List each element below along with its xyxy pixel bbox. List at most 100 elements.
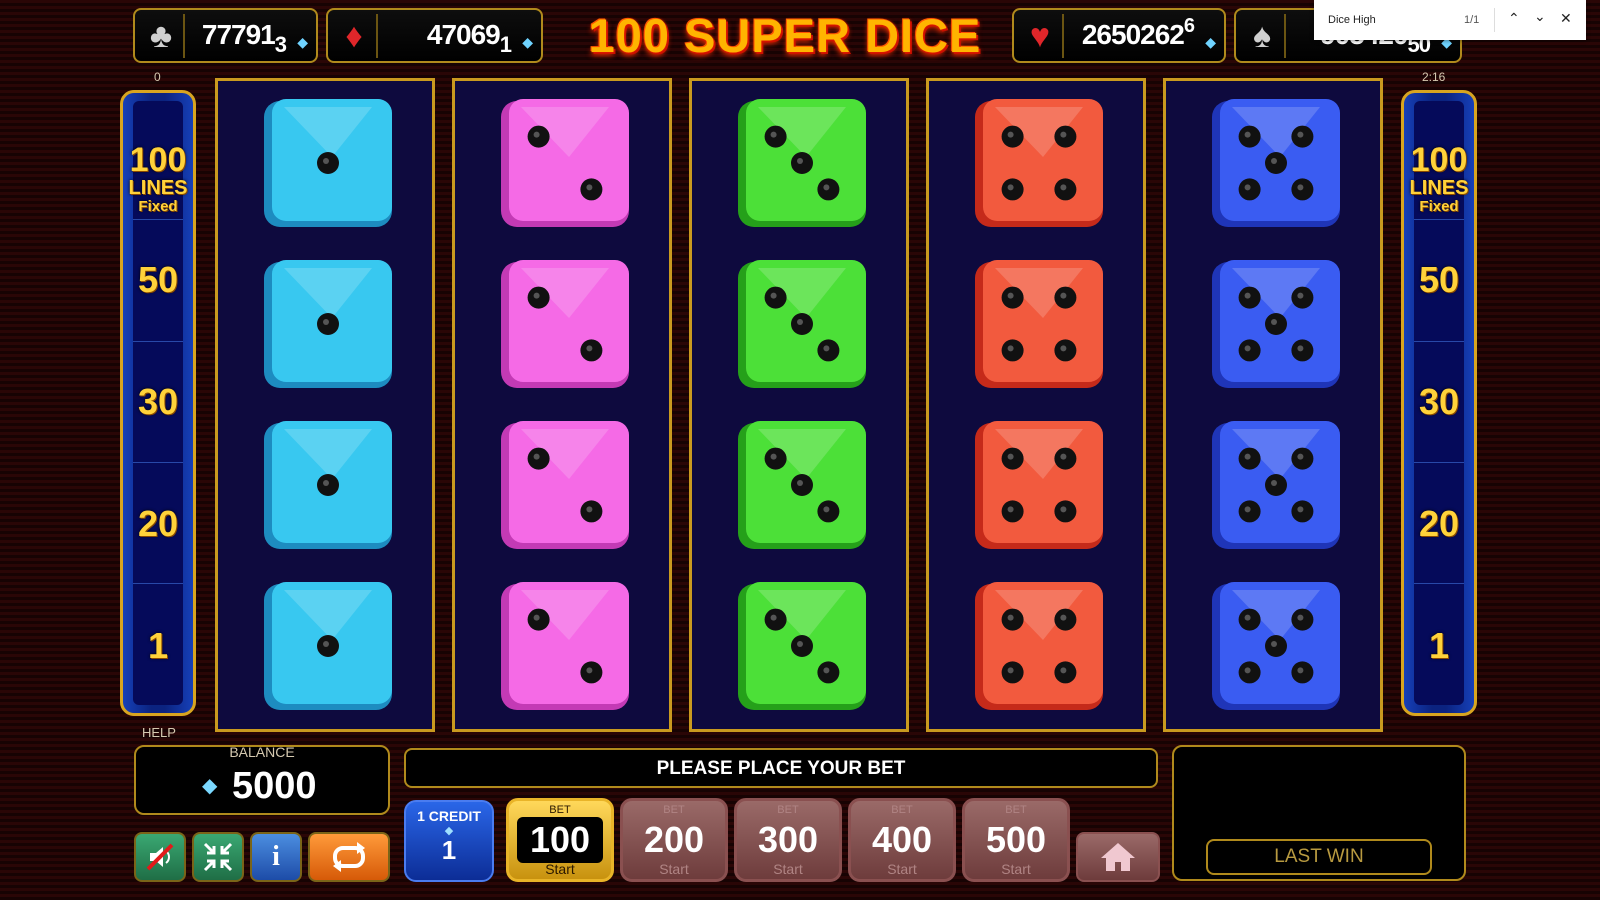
find-input[interactable]: Dice High (1328, 14, 1376, 26)
lines-fixed: Fixed (138, 198, 178, 215)
die-symbol (262, 258, 394, 390)
die-symbol (499, 258, 631, 390)
jackpot-hearts: ♥ 26502626 ◆ (1012, 8, 1226, 63)
lines-panel-left: 100 LINES Fixed 50 30 20 1 (120, 90, 196, 716)
die-symbol (499, 580, 631, 712)
message-bar: PLEASE PLACE YOUR BET (404, 748, 1158, 788)
line-marker[interactable]: 20 (1404, 503, 1474, 545)
reel-1 (215, 78, 435, 732)
jackpot-value: 2650262 (1081, 19, 1185, 50)
bet-value: 500 (985, 819, 1047, 860)
die-symbol (973, 419, 1105, 551)
lines-panel-right: 100 LINES Fixed 50 30 20 1 (1401, 90, 1477, 716)
gem-icon: ◆ (202, 775, 218, 797)
die-symbol (736, 97, 868, 229)
line-marker[interactable]: 50 (123, 259, 193, 301)
bet-300-button[interactable]: BET 300 Start (734, 798, 842, 882)
help-link[interactable]: HELP (142, 725, 176, 740)
clock: 2:16 (1422, 70, 1446, 84)
line-marker[interactable]: 50 (1404, 259, 1474, 301)
reel-3 (689, 78, 909, 732)
home-icon (1101, 843, 1135, 871)
die-symbol (499, 419, 631, 551)
repeat-icon (333, 842, 365, 872)
jackpot-diamonds: ♦ 470691 ◆ (326, 8, 543, 63)
jackpot-subvalue: 3 (274, 32, 287, 57)
bet-500-button[interactable]: BET 500 Start (962, 798, 1070, 882)
bet-start-label: Start (773, 861, 803, 877)
club-icon: ♣ (139, 14, 185, 58)
jackpot-value: 77791 (201, 19, 276, 50)
bet-label: BET (891, 804, 913, 816)
bet-value: 200 (643, 819, 705, 860)
close-icon[interactable]: ✕ (1560, 10, 1572, 27)
gem-icon: ◆ (297, 34, 308, 50)
balance-value: 5000 (232, 765, 317, 807)
find-bar: Dice High 1/1 ⌃ ⌄ ✕ (1314, 0, 1586, 40)
die-symbol (736, 419, 868, 551)
find-next-button[interactable]: ⌄ (1534, 8, 1546, 25)
balance-box: BALANCE ◆ 5000 (134, 744, 390, 815)
gem-icon: ◆ (1205, 34, 1216, 50)
die-symbol (1210, 258, 1342, 390)
last-win-label: LAST WIN (1206, 839, 1432, 875)
spade-icon: ♠ (1240, 14, 1286, 58)
find-count: 1/1 (1464, 14, 1480, 26)
lines-word: LINES (1409, 177, 1469, 199)
lines-word: LINES (128, 177, 188, 199)
compress-icon (203, 842, 233, 872)
die-symbol (736, 580, 868, 712)
jackpot-supvalue: 6 (1183, 15, 1195, 37)
reel-2 (452, 78, 672, 732)
gem-icon: ◆ (522, 34, 533, 50)
reel-5 (1163, 78, 1383, 732)
bet-start-label: Start (545, 861, 575, 877)
info-icon: i (272, 841, 280, 872)
bet-100-button[interactable]: BET 100 Start (506, 798, 614, 882)
bet-start-label: Start (1001, 861, 1031, 877)
die-symbol (973, 258, 1105, 390)
credit-button[interactable]: 1 CREDIT ◆ 1 (404, 800, 494, 882)
line-marker[interactable]: 1 (123, 625, 193, 667)
line-marker[interactable]: 20 (123, 503, 193, 545)
home-button[interactable] (1076, 832, 1160, 882)
game-title: 100 SUPER DICE (588, 9, 982, 62)
autoplay-button[interactable] (308, 832, 390, 882)
bet-label: BET (1005, 804, 1027, 816)
bet-value: 100 (517, 817, 603, 863)
line-marker[interactable]: 30 (123, 381, 193, 423)
lines-count: 100 (1410, 141, 1468, 179)
die-symbol (1210, 419, 1342, 551)
bet-label: BET (777, 804, 799, 816)
die-symbol (499, 97, 631, 229)
bet-label: BET (663, 804, 685, 816)
left-counter: 0 (154, 70, 161, 84)
bet-200-button[interactable]: BET 200 Start (620, 798, 728, 882)
line-marker[interactable]: 30 (1404, 381, 1474, 423)
lines-fixed: Fixed (1419, 198, 1459, 215)
bet-start-label: Start (659, 861, 689, 877)
lines-count: 100 (129, 141, 187, 179)
sound-off-button[interactable] (134, 832, 186, 882)
heart-icon: ♥ (1018, 14, 1064, 58)
fullscreen-exit-button[interactable] (192, 832, 244, 882)
credit-value: 1 (441, 835, 457, 865)
message-text: PLEASE PLACE YOUR BET (656, 758, 906, 779)
bet-start-label: Start (887, 861, 917, 877)
info-button[interactable]: i (250, 832, 302, 882)
bet-400-button[interactable]: BET 400 Start (848, 798, 956, 882)
reel-4 (926, 78, 1146, 732)
sound-off-icon (146, 843, 174, 871)
find-previous-button[interactable]: ⌃ (1508, 10, 1520, 27)
diamond-icon: ♦ (332, 14, 378, 58)
die-symbol (262, 97, 394, 229)
die-symbol (262, 580, 394, 712)
die-symbol (973, 97, 1105, 229)
bet-value: 300 (757, 819, 819, 860)
line-marker[interactable]: 1 (1404, 625, 1474, 667)
jackpot-value: 47069 (426, 19, 501, 50)
balance-label: BALANCE (229, 744, 295, 760)
die-symbol (1210, 580, 1342, 712)
jackpot-subvalue: 1 (499, 32, 512, 57)
jackpot-clubs: ♣ 777913 ◆ (133, 8, 318, 63)
